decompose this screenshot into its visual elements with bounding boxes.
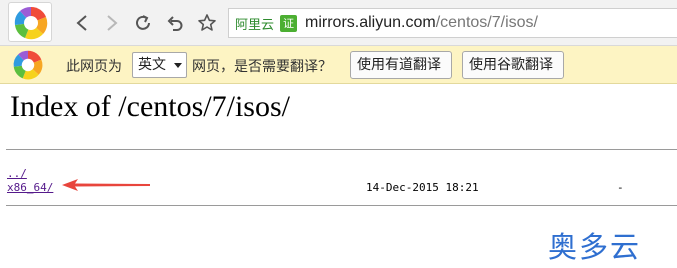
- site-name-label: 阿里云: [235, 17, 275, 33]
- parent-directory-link[interactable]: ../: [7, 167, 27, 180]
- directory-link-x86-64[interactable]: x86_64/: [7, 181, 53, 194]
- entry-date: 14-Dec-2015 18:21: [366, 181, 479, 194]
- url-host: mirrors.aliyun.com: [305, 14, 436, 31]
- divider: [6, 205, 677, 206]
- translate-prompt-prefix: 此网页为: [66, 59, 122, 75]
- url-path: /centos/7/isos/: [435, 14, 538, 31]
- reload-icon: [136, 15, 150, 30]
- chevron-right-icon: [107, 15, 118, 31]
- certificate-badge-icon[interactable]: 证: [280, 14, 298, 32]
- browser-logo-icon[interactable]: [8, 2, 52, 42]
- url-text[interactable]: mirrors.aliyun.com/centos/7/isos/: [305, 14, 538, 32]
- entry-size: -: [617, 181, 624, 194]
- page-title: Index of /centos/7/isos/: [10, 90, 290, 123]
- browser-logo-icon: [13, 50, 43, 80]
- chevron-left-icon: [76, 15, 87, 31]
- youdao-translate-button[interactable]: 使用有道翻译: [350, 51, 452, 79]
- reload-button[interactable]: [132, 12, 154, 34]
- translate-bar: 此网页为 英文 网页，是否需要翻译？ 使用有道翻译 使用谷歌翻译: [0, 46, 677, 84]
- divider: [6, 149, 677, 150]
- back-button[interactable]: [71, 12, 93, 34]
- red-arrow-annotation: [62, 179, 150, 191]
- star-icon: [198, 14, 216, 31]
- language-select-value: 英文: [138, 57, 166, 73]
- browser-toolbar: 阿里云 证 mirrors.aliyun.com/centos/7/isos/: [0, 0, 677, 46]
- address-bar[interactable]: 阿里云 证 mirrors.aliyun.com/centos/7/isos/: [228, 8, 677, 38]
- undo-icon: [167, 16, 183, 31]
- bookmark-button[interactable]: [196, 12, 218, 34]
- translate-prompt-suffix: 网页，是否需要翻译？: [192, 59, 332, 75]
- forward-button[interactable]: [101, 12, 123, 34]
- watermark-text: 奥多云: [548, 230, 642, 264]
- google-translate-button[interactable]: 使用谷歌翻译: [462, 51, 564, 79]
- undo-button[interactable]: [164, 12, 186, 34]
- language-select[interactable]: 英文: [132, 52, 187, 78]
- chevron-down-icon: [174, 63, 182, 68]
